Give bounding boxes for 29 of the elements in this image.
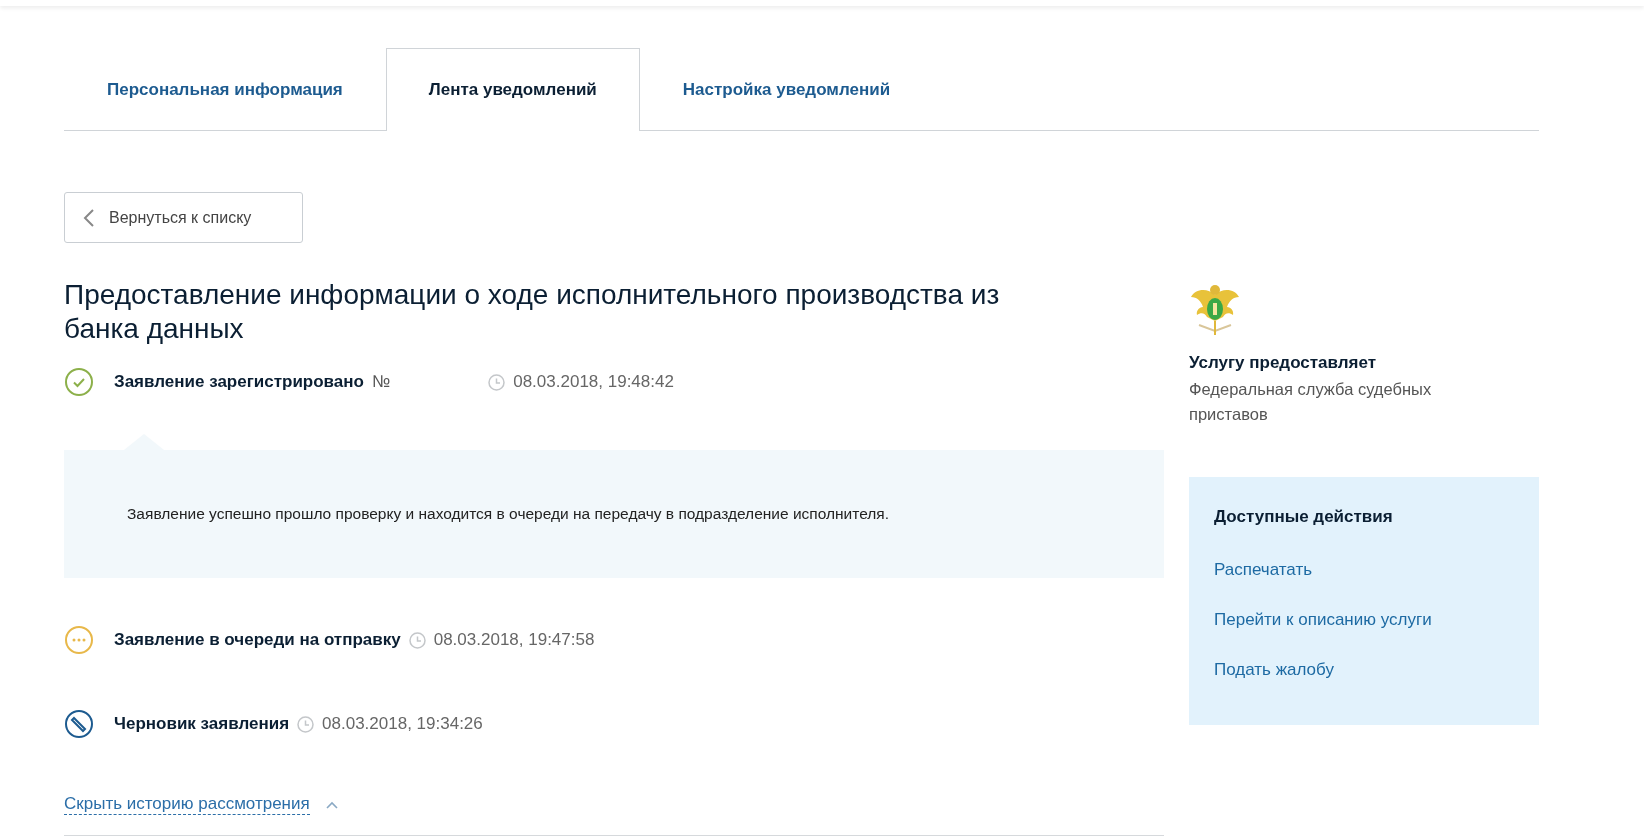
emblem-icon — [1189, 283, 1241, 337]
ellipsis-circle-icon — [64, 625, 94, 655]
clock-icon — [408, 631, 426, 649]
status-time: 08.03.2018, 19:34:26 — [322, 714, 483, 734]
action-link[interactable]: Перейти к описанию услуги — [1214, 595, 1514, 645]
status-detail-text: Заявление успешно прошло проверку и находится в очереди на передачу в подразделение исполнителя. — [127, 505, 889, 522]
actions-heading: Доступные действия — [1214, 507, 1394, 527]
pencil-circle-icon — [64, 709, 94, 739]
clock-icon — [488, 373, 506, 391]
status-title: Заявление в очереди на отправку — [114, 630, 401, 650]
status-time: 08.03.2018, 19:48:42 — [513, 372, 674, 392]
tab[interactable]: Персональная информация — [64, 48, 386, 131]
tab[interactable]: Лента уведомлений — [385, 48, 640, 131]
number-label: № — [371, 372, 391, 392]
action-link[interactable]: Подать жалобу — [1214, 645, 1514, 695]
clock-icon — [297, 715, 315, 733]
status-time: 08.03.2018, 19:47:58 — [433, 630, 595, 650]
chevron-up-icon[interactable] — [325, 800, 338, 809]
page-title: Предоставление информации о ходе исполнительного производства из банка данных — [64, 278, 1001, 346]
status-title: Заявление зарегистрировано — [114, 372, 364, 392]
provider-name: Федеральная служба судебных приставов — [1189, 379, 1433, 425]
tab[interactable]: Настройка уведомлений — [639, 48, 934, 131]
chevron-left-icon — [83, 207, 95, 228]
history-toggle-link[interactable]: Скрыть историю рассмотрения — [64, 794, 310, 815]
check-circle-icon — [64, 367, 94, 397]
back-button[interactable]: Вернуться к списку — [64, 192, 303, 243]
provider-heading: Услугу предоставляет — [1189, 353, 1378, 373]
status-title: Черновик заявления — [114, 714, 290, 734]
action-link[interactable]: Распечатать — [1214, 545, 1514, 595]
